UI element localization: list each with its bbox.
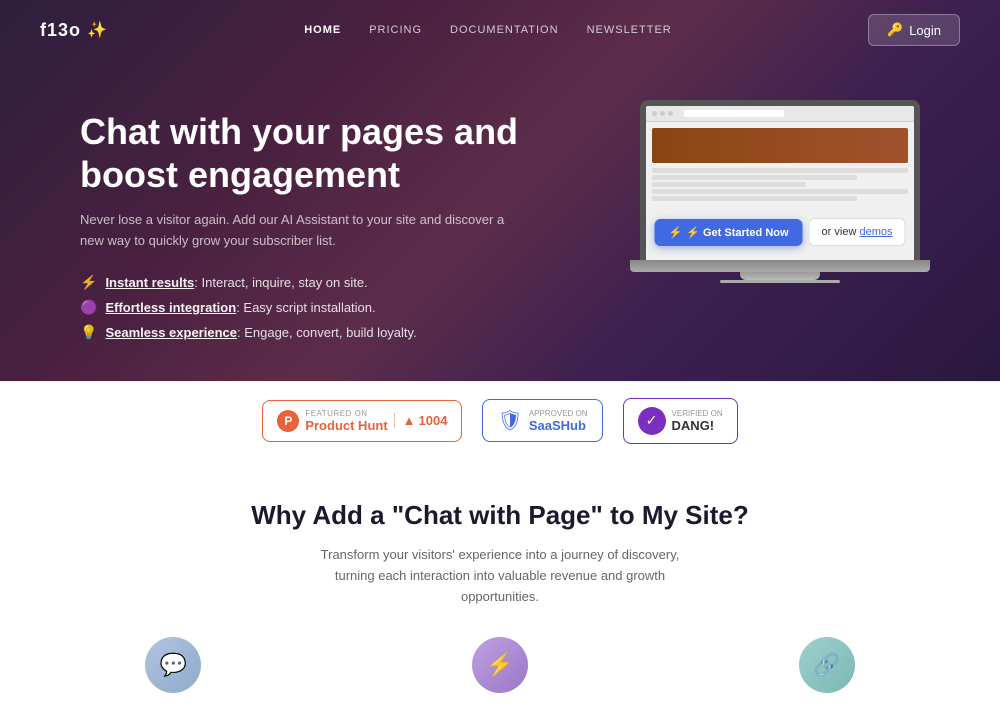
badge-dang[interactable]: ✓ Verified on DANG!	[623, 398, 738, 444]
get-started-label: ⚡ Get Started Now	[686, 226, 788, 239]
features-row: 💬 ⚡ 🔗	[40, 637, 960, 693]
feature-instant-link[interactable]: Instant results	[105, 275, 194, 290]
screen-dot-green	[668, 111, 673, 116]
login-button[interactable]: 🔑 Login	[868, 14, 960, 46]
badges-strip: P FEATURED ON Product Hunt ▲ 1004 🛡 Appr…	[0, 381, 1000, 460]
screen-line-3	[652, 182, 806, 187]
screen-banner	[652, 128, 908, 163]
feature-seamless-detail: : Engage, convert, build loyalty.	[237, 325, 417, 340]
nav-documentation[interactable]: DOCUMENTATION	[450, 24, 559, 36]
feature-seamless-text: Seamless experience: Engage, convert, bu…	[105, 325, 416, 340]
screen-urlbar	[684, 110, 784, 117]
feature-icon-2: ⚡	[472, 637, 528, 693]
ph-name: Product Hunt	[305, 418, 387, 433]
ph-featured-label: FEATURED ON	[305, 409, 387, 418]
badge-saashub[interactable]: 🛡 Approved on SaaSHub	[482, 399, 602, 442]
screen-toolbar	[646, 106, 914, 122]
saas-text: Approved on SaaSHub	[529, 409, 588, 433]
section-subtitle: Transform your visitors' experience into…	[310, 545, 690, 607]
laptop-base	[630, 260, 930, 272]
ph-count: ▲ 1004	[394, 413, 448, 428]
lower-section: Why Add a "Chat with Page" to My Site? T…	[0, 460, 1000, 723]
bulb-icon: 💡	[80, 324, 97, 341]
laptop-foot	[720, 280, 840, 283]
feature-icon-3: 🔗	[799, 637, 855, 693]
hero-section: f13o ✨ HOME PRICING DOCUMENTATION NEWSLE…	[0, 0, 1000, 381]
hero-subtitle: Never lose a visitor again. Add our AI A…	[80, 210, 520, 252]
view-demos-btn[interactable]: or view demos	[809, 218, 906, 246]
feature-icon-3-glyph: 🔗	[813, 652, 840, 678]
screen-text-lines	[652, 166, 908, 203]
feature-integration-detail: : Easy script installation.	[236, 300, 375, 315]
purple-icon: 🟣	[80, 299, 97, 316]
hero-laptop: ⚡ ⚡ Get Started Now or view demos	[620, 90, 940, 283]
bolt-btn-icon: ⚡	[669, 226, 683, 239]
ph-icon: P	[277, 410, 299, 432]
screen-content	[646, 122, 914, 209]
badge-producthunt[interactable]: P FEATURED ON Product Hunt ▲ 1004	[262, 400, 462, 442]
feature-integration-link[interactable]: Effortless integration	[105, 300, 236, 315]
hero-features: ⚡ Instant results: Interact, inquire, st…	[80, 274, 520, 341]
login-label: Login	[909, 23, 941, 38]
nav-home[interactable]: HOME	[304, 24, 341, 36]
laptop-screen: ⚡ ⚡ Get Started Now or view demos	[640, 100, 920, 260]
feature-instant: ⚡ Instant results: Interact, inquire, st…	[80, 274, 520, 291]
login-icon: 🔑	[887, 22, 903, 38]
ph-count-value: 1004	[419, 413, 448, 428]
ph-text: FEATURED ON Product Hunt	[305, 409, 387, 433]
screen-dot-red	[652, 111, 657, 116]
screen-inner: ⚡ ⚡ Get Started Now or view demos	[646, 106, 914, 260]
bolt-icon: ⚡	[80, 274, 97, 291]
dang-check-icon: ✓	[646, 412, 658, 429]
feature-instant-detail: : Interact, inquire, stay on site.	[194, 275, 367, 290]
hero-left: Chat with your pages and boost engagemen…	[80, 90, 520, 341]
laptop-stand	[740, 272, 820, 280]
dang-icon: ✓	[638, 407, 666, 435]
screen-line-1	[652, 168, 908, 173]
feature-integration: 🟣 Effortless integration: Easy script in…	[80, 299, 520, 316]
section-title: Why Add a "Chat with Page" to My Site?	[40, 500, 960, 531]
demos-link[interactable]: demos	[859, 226, 892, 238]
feature-icon-1: 💬	[145, 637, 201, 693]
nav-pricing[interactable]: PRICING	[369, 24, 422, 36]
hero-content: Chat with your pages and boost engagemen…	[0, 60, 1000, 381]
laptop-wrap: ⚡ ⚡ Get Started Now or view demos	[620, 100, 940, 283]
dang-name: DANG!	[672, 418, 723, 433]
saas-shield-icon: 🛡	[497, 408, 522, 433]
screen-line-2	[652, 175, 857, 180]
feature-integration-text: Effortless integration: Easy script inst…	[105, 300, 375, 315]
screen-dot-yellow	[660, 111, 665, 116]
navbar: f13o ✨ HOME PRICING DOCUMENTATION NEWSLE…	[0, 0, 1000, 60]
brand-logo[interactable]: f13o ✨	[40, 20, 108, 41]
screen-line-4	[652, 189, 908, 194]
nav-newsletter[interactable]: NEWSLETTER	[587, 24, 672, 36]
ph-triangle-icon: ▲	[403, 413, 416, 428]
feature-instant-text: Instant results: Interact, inquire, stay…	[105, 275, 367, 290]
dang-verified-label: Verified on	[672, 409, 723, 418]
feature-seamless: 💡 Seamless experience: Engage, convert, …	[80, 324, 520, 341]
feature-icon-2-glyph: ⚡	[486, 652, 513, 678]
saas-name: SaaSHub	[529, 418, 588, 433]
feature-icon-1-glyph: 💬	[160, 652, 187, 678]
sparkle-icon: ✨	[87, 20, 108, 40]
or-view-text: or view	[822, 226, 860, 238]
get-started-btn[interactable]: ⚡ ⚡ Get Started Now	[655, 219, 803, 246]
brand-name: f13o	[40, 20, 81, 41]
dang-text: Verified on DANG!	[672, 409, 723, 433]
screen-line-5	[652, 196, 857, 201]
nav-links: HOME PRICING DOCUMENTATION NEWSLETTER	[304, 24, 672, 36]
feature-seamless-link[interactable]: Seamless experience	[105, 325, 237, 340]
saas-approved-label: Approved on	[529, 409, 588, 418]
chat-overlay: ⚡ ⚡ Get Started Now or view demos	[655, 218, 906, 246]
hero-title: Chat with your pages and boost engagemen…	[80, 110, 520, 196]
